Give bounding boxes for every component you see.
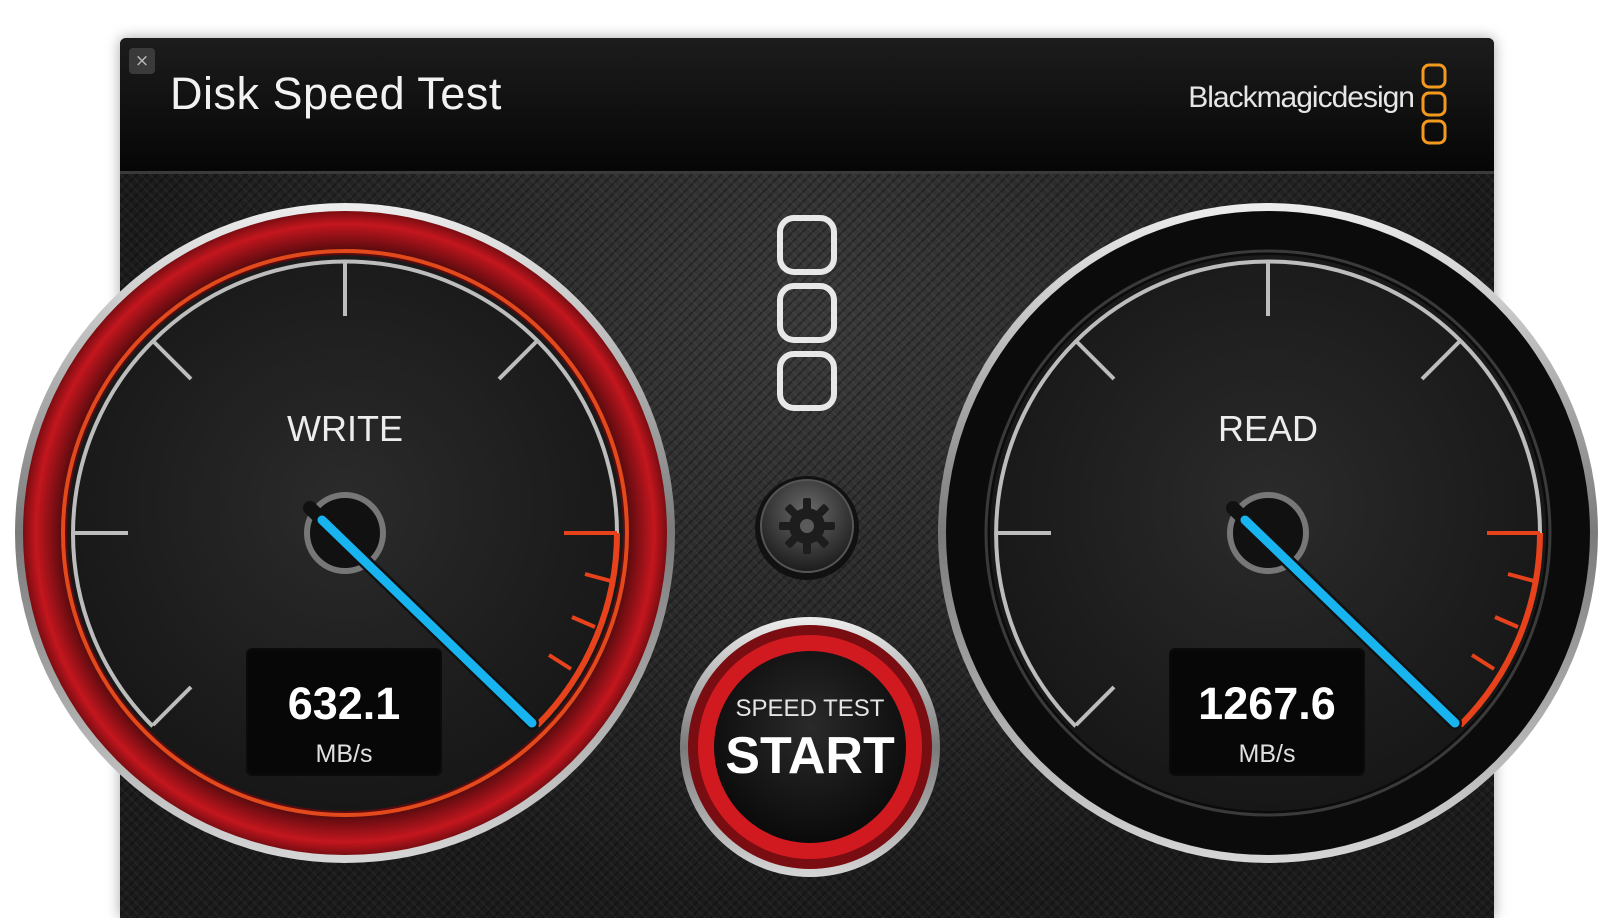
read-value-display: 1267.6 MB/s	[1169, 648, 1365, 776]
gear-icon	[779, 498, 835, 554]
settings-button[interactable]	[755, 476, 859, 580]
start-button-caption[interactable]: SPEED TEST	[690, 695, 930, 723]
read-speed-value: 1267.6	[1198, 678, 1336, 729]
write-speed-value: 632.1	[287, 678, 401, 729]
center-logo-icon	[777, 215, 837, 411]
write-value-display: 632.1 MB/s	[246, 648, 442, 776]
write-speed-unit: MB/s	[315, 740, 373, 768]
read-gauge-label: READ	[1217, 408, 1319, 449]
start-button-label[interactable]: START	[690, 726, 930, 786]
write-gauge-label: WRITE	[287, 408, 403, 449]
read-speed-unit: MB/s	[1238, 740, 1296, 768]
